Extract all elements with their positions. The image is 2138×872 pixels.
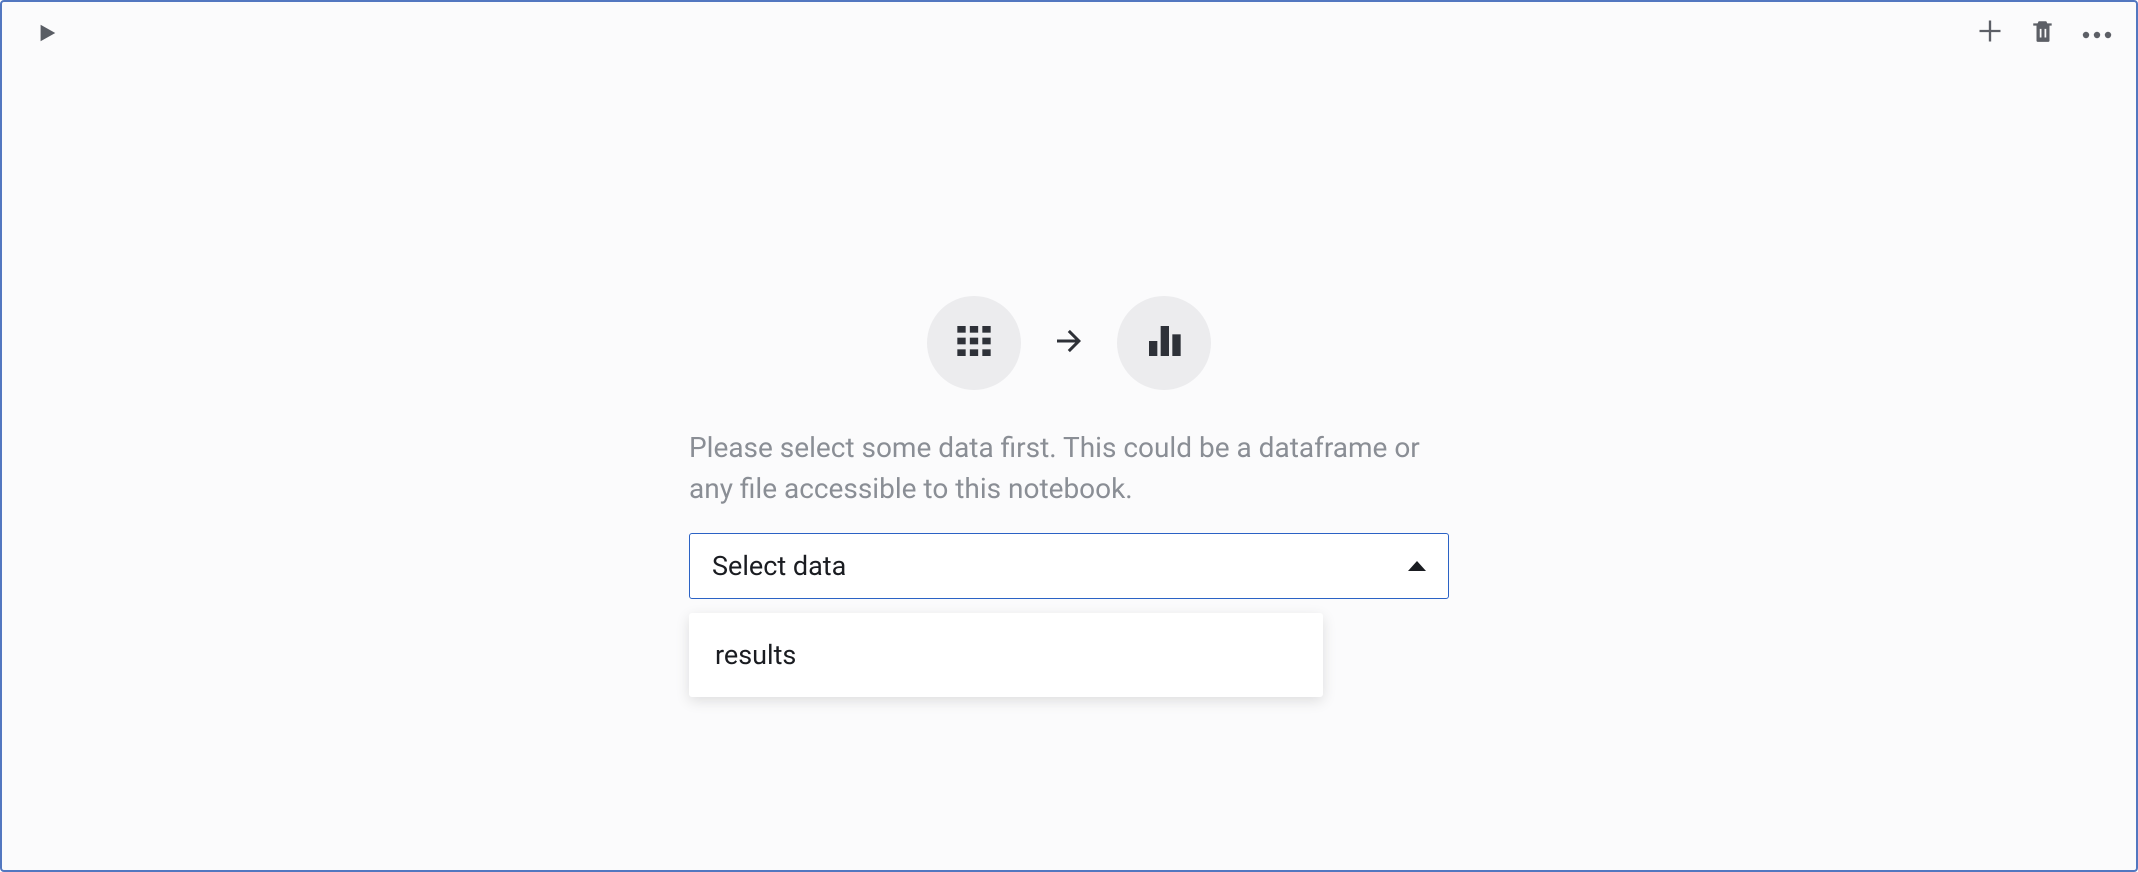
chevron-up-icon xyxy=(1408,561,1426,571)
add-cell-button[interactable] xyxy=(1976,17,2004,49)
delete-cell-button[interactable] xyxy=(2030,16,2056,50)
more-actions-button[interactable] xyxy=(2082,24,2112,43)
cell-toolbar xyxy=(1976,16,2112,50)
trash-icon xyxy=(2030,16,2056,50)
dropdown-trigger[interactable]: Select data xyxy=(689,533,1449,599)
data-table-badge xyxy=(927,296,1021,390)
arrow-right-icon xyxy=(1051,323,1087,363)
dropdown-label: Select data xyxy=(712,550,846,582)
more-horizontal-icon xyxy=(2082,24,2112,43)
instruction-text: Please select some data first. This coul… xyxy=(689,428,1449,509)
data-select-dropdown: Select data results xyxy=(689,533,1449,599)
dropdown-menu: results xyxy=(689,613,1323,697)
bar-chart-icon xyxy=(1144,321,1184,365)
run-cell-button[interactable] xyxy=(32,20,62,50)
empty-state-icons xyxy=(927,296,1211,390)
dropdown-option[interactable]: results xyxy=(689,619,1323,691)
table-icon xyxy=(954,321,994,365)
plus-icon xyxy=(1976,17,2004,49)
chart-badge xyxy=(1117,296,1211,390)
play-icon xyxy=(36,21,58,49)
empty-state: Please select some data first. This coul… xyxy=(689,296,1449,599)
notebook-cell: Please select some data first. This coul… xyxy=(0,0,2138,872)
